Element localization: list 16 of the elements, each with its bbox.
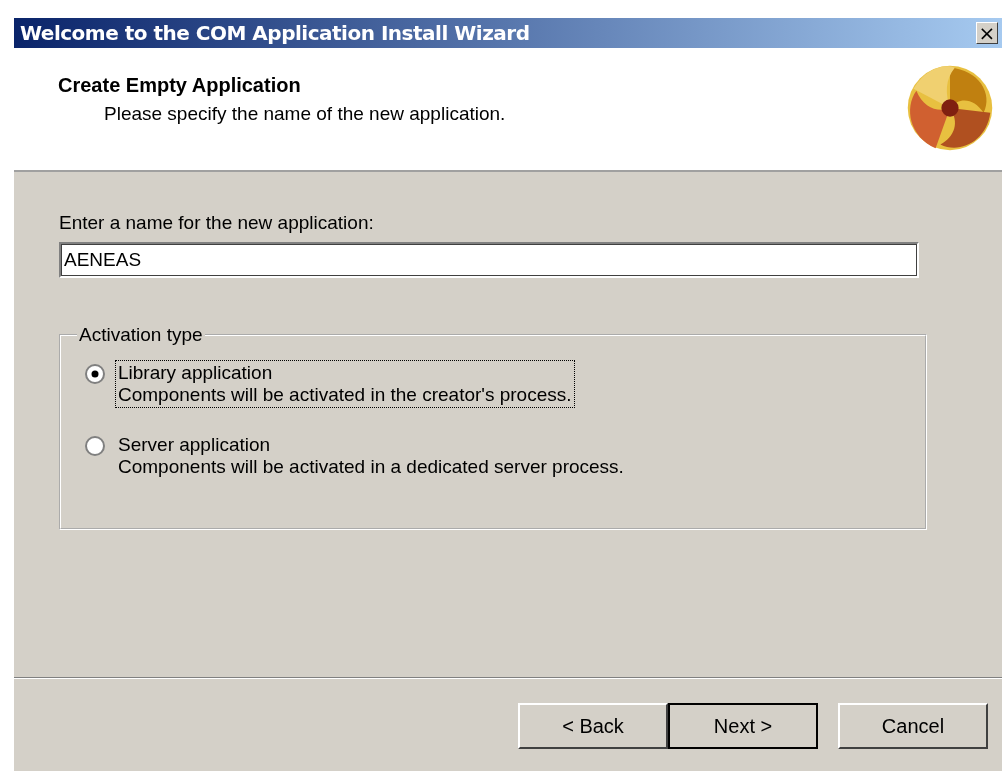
field-label: Enter a name for the new application: bbox=[59, 212, 375, 234]
name-input-field[interactable]: AENEAS bbox=[59, 242, 919, 278]
option-description: Components will be activated in the creator's process. bbox=[118, 384, 572, 406]
radio-button[interactable] bbox=[85, 364, 105, 384]
wizard-button[interactable]: Cancel bbox=[838, 703, 988, 749]
option-description: Components will be activated in a dedicated server process. bbox=[118, 456, 624, 478]
wizard-button[interactable]: < Back bbox=[518, 703, 668, 749]
window-title: Welcome to the COM Application Install Wizard bbox=[20, 21, 530, 45]
radio-button[interactable] bbox=[85, 436, 105, 456]
page-title: Create Empty Application bbox=[58, 74, 302, 97]
option-label[interactable]: Library application bbox=[118, 362, 572, 384]
page-subtitle: Please specify the name of the new application. bbox=[103, 103, 506, 125]
option-label[interactable]: Server application bbox=[118, 434, 624, 456]
close-button[interactable]: × bbox=[976, 22, 998, 44]
wizard-button[interactable]: Next > bbox=[668, 703, 818, 749]
group-legend: Activation type bbox=[77, 324, 205, 346]
